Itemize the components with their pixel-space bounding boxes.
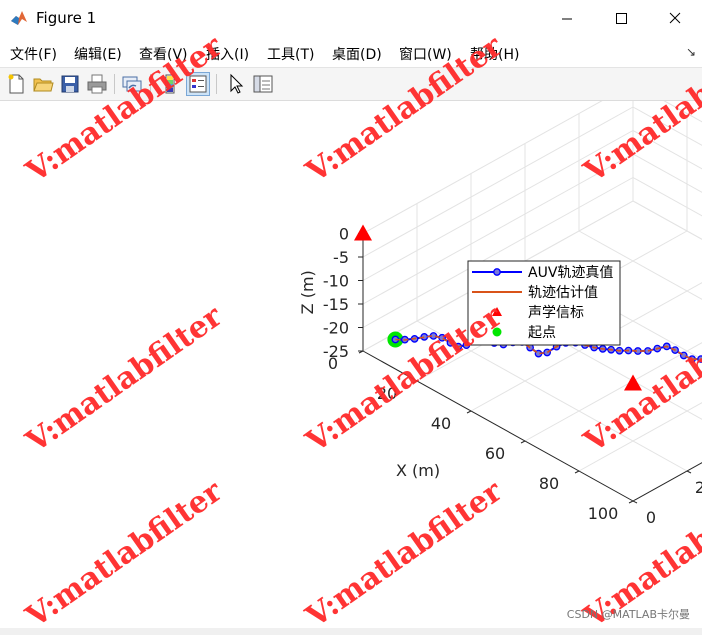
z-tick-label: -20 [323,319,349,338]
z-tick-label: -10 [323,272,349,291]
figure-toolbar [0,68,702,101]
menu-bar: 文件(F) 编辑(E) 查看(V) 插入(I) 工具(T) 桌面(D) 窗口(W… [0,37,702,68]
save-button[interactable] [58,72,82,96]
x-axis-label: X (m) [396,461,440,480]
new-figure-button[interactable] [4,72,28,96]
print-button[interactable] [85,72,109,96]
z-tick-label: -5 [333,248,349,267]
new-figure-icon [8,74,24,94]
y-tick-mark [632,500,638,504]
menu-dock-arrow-icon[interactable]: ↘ [686,45,696,59]
z-tick-label: -25 [323,342,349,361]
window-titlebar[interactable]: Figure 1 [0,0,702,37]
edit-plot-button[interactable] [224,72,248,96]
menu-desktop[interactable]: 桌面(D) [332,44,382,64]
toolbar-separator [216,74,217,94]
close-icon [669,12,681,24]
window-title: Figure 1 [36,9,97,27]
toolbar-separator [114,74,115,94]
pointer-icon [230,73,244,94]
minimize-button[interactable] [540,0,594,37]
csdn-credit: CSDN @MATLAB卡尔曼 [566,608,690,621]
x-tick-mark [574,470,580,474]
x-tick-mark [628,500,634,504]
matlab-logo-icon [11,11,27,25]
menu-file[interactable]: 文件(F) [10,44,57,64]
x-tick-label: 80 [539,474,559,493]
print-icon [87,74,107,94]
property-inspector-icon [253,75,273,93]
z-tick-label: -15 [323,295,349,314]
open-file-button[interactable] [31,72,55,96]
z-tick-label: 0 [339,225,349,244]
x-tick-mark [466,410,472,414]
y-tick-label: 20 [695,478,702,497]
maximize-button[interactable] [594,0,648,37]
legend-entry-label: AUV轨迹真值 [528,265,613,281]
z-axis-label: Z (m) [298,270,317,314]
close-button[interactable] [648,0,702,37]
figure-canvas[interactable]: 0204060801000204060801000-5-10-15-20-25X… [0,29,702,635]
y-tick-label: 0 [646,508,656,527]
legend-entry-label: 轨迹估计值 [528,285,598,301]
x-tick-label: 40 [431,414,451,433]
maximize-icon [616,13,627,24]
y-tick-mark [686,470,692,474]
x-tick-label: 60 [485,444,505,463]
legend-entry-label: 起点 [528,325,556,341]
minimize-icon [562,18,572,20]
legend-entry-label: 声学信标 [528,305,584,321]
menu-tools[interactable]: 工具(T) [267,44,314,64]
x-tick-label: 100 [588,504,619,523]
legend-swatch-marker [493,268,501,276]
x-tick-mark [520,440,526,444]
open-file-icon [33,78,54,92]
property-inspector-button[interactable] [251,72,275,96]
menu-edit[interactable]: 编辑(E) [74,44,122,64]
save-icon [61,75,79,93]
